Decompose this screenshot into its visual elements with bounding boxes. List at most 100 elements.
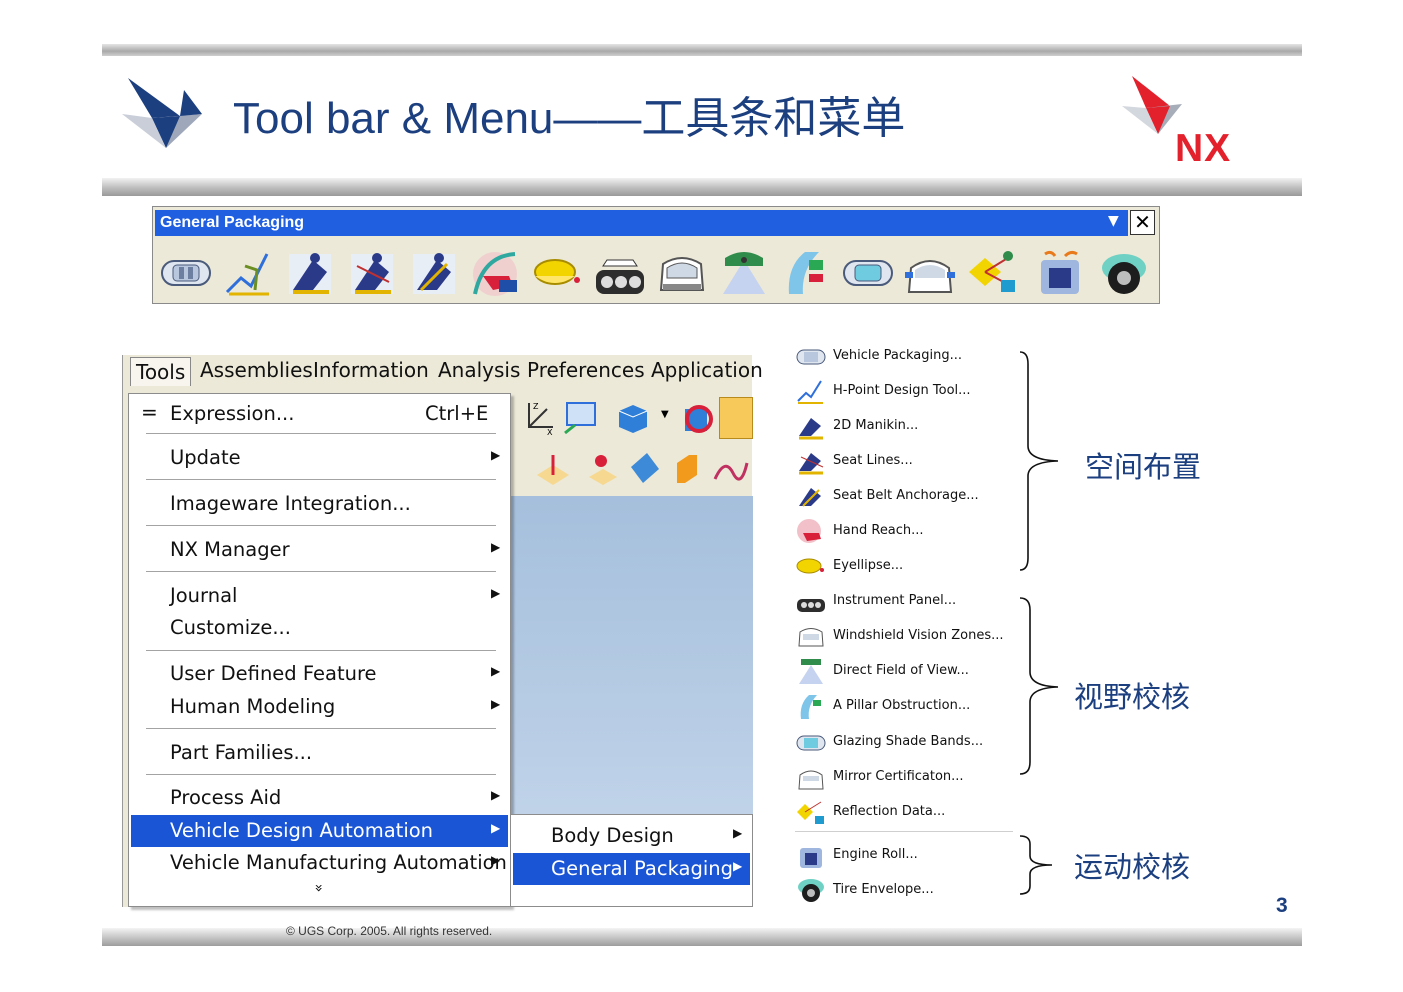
expand-more-icon: »	[310, 883, 327, 893]
tool-list-item[interactable]: Windshield Vision Zones...	[795, 622, 1015, 652]
tool-list-item[interactable]: 2D Manikin...	[795, 412, 1015, 442]
hand-reach-icon[interactable]	[469, 246, 523, 300]
seat-belt-anchorage-icon[interactable]	[407, 246, 461, 300]
group-label-vision: 视野校核	[1074, 680, 1191, 714]
wcs-axes-icon[interactable]: ZX	[521, 399, 559, 437]
triangle-down-icon[interactable]: ▼	[1108, 213, 1119, 229]
a-pillar-obstruction-icon[interactable]	[779, 246, 833, 300]
brace-motion	[1019, 835, 1053, 895]
background-toolbar-row-2	[511, 445, 753, 495]
menu-item-human-modeling[interactable]: Human Modeling ▶	[129, 691, 510, 723]
engine-roll-icon	[800, 848, 822, 868]
menu-item-customize[interactable]: Customize...	[129, 612, 510, 644]
tool-list-item[interactable]: H-Point Design Tool...	[795, 377, 1015, 407]
menu-item-update[interactable]: Update ▶	[129, 442, 510, 474]
tool-list-item[interactable]: Seat Belt Anchorage...	[795, 482, 1015, 512]
2d-manikin-icon[interactable]	[283, 246, 337, 300]
instrument-panel-icon	[797, 599, 825, 612]
tool-list-item[interactable]: Glazing Shade Bands...	[795, 728, 1015, 758]
menu-tools[interactable]: Tools	[130, 357, 192, 386]
tool-list-label: H-Point Design Tool...	[833, 383, 971, 398]
background-toolbar-row-1: ZX ▼	[511, 393, 753, 443]
submenu-item-body-design[interactable]: Body Design ▶	[513, 820, 750, 852]
tool-list-item[interactable]: Mirror Certificaton...	[795, 763, 1015, 793]
reflection-data-icon	[797, 801, 824, 824]
glazing-shade-bands-icon[interactable]	[841, 246, 895, 300]
extrude-icon[interactable]	[667, 449, 705, 487]
toolbar-title: General Packaging	[160, 214, 305, 231]
left-arrow-logo-icon	[122, 78, 202, 148]
header-top-bar	[102, 44, 1302, 56]
tool-list-item[interactable]: Eyellipse...	[795, 552, 1015, 582]
menu-item-journal[interactable]: Journal ▶	[129, 580, 510, 612]
direct-field-of-view-icon	[799, 659, 823, 684]
shaded-cube-icon[interactable]	[613, 399, 651, 437]
tire-envelope-icon	[798, 879, 824, 902]
seat-lines-icon[interactable]	[345, 246, 399, 300]
point-set-icon[interactable]	[583, 449, 621, 487]
reflection-data-icon[interactable]	[965, 246, 1019, 300]
h-point-design-icon[interactable]	[221, 246, 275, 300]
menu-item-imageware[interactable]: Imageware Integration...	[129, 488, 510, 520]
menu-analysis[interactable]: Analysis	[438, 358, 520, 382]
toolbar-titlebar[interactable]: General Packaging ▼	[155, 210, 1128, 236]
tool-list-label: Seat Lines...	[833, 453, 913, 468]
menu-expand-more[interactable]: »	[129, 878, 510, 910]
menu-item-nx-manager[interactable]: NX Manager ▶	[129, 534, 510, 566]
vehicle-packaging-icon[interactable]	[159, 246, 213, 300]
windshield-vision-icon[interactable]	[655, 246, 709, 300]
tool-list-item[interactable]: Engine Roll...	[795, 841, 1015, 871]
menu-item-process-aid[interactable]: Process Aid ▶	[129, 782, 510, 814]
tool-list-label: Mirror Certificaton...	[833, 769, 964, 784]
tool-list-label: Direct Field of View...	[833, 663, 969, 678]
menu-information[interactable]: Information	[313, 358, 429, 382]
a-pillar-obstruction-icon	[800, 695, 821, 719]
toolbar-pressed-button[interactable]	[719, 397, 753, 439]
svg-text:Z: Z	[533, 402, 539, 411]
chevron-down-icon[interactable]: ▼	[661, 409, 669, 420]
mirror-certification-icon	[798, 770, 824, 790]
view-fit-icon[interactable]	[561, 399, 599, 437]
engine-roll-icon[interactable]	[1033, 246, 1087, 300]
menu-item-user-defined-feature[interactable]: User Defined Feature ▶	[129, 658, 510, 690]
page-number: 3	[1276, 894, 1288, 917]
menu-item-expression[interactable]: = Expression... Ctrl+E	[129, 398, 510, 430]
submenu-arrow-icon: ▶	[491, 448, 501, 462]
hide-icon[interactable]	[679, 399, 717, 437]
direct-field-of-view-icon[interactable]	[717, 246, 771, 300]
surface-icon[interactable]	[625, 449, 663, 487]
tire-envelope-icon[interactable]	[1097, 246, 1151, 300]
menu-item-part-families[interactable]: Part Families...	[129, 737, 510, 769]
curve-icon[interactable]	[711, 449, 749, 487]
mirror-certification-icon[interactable]	[903, 246, 957, 300]
tool-list-item[interactable]: A Pillar Obstruction...	[795, 692, 1015, 722]
menu-application[interactable]: Application	[651, 358, 763, 382]
tool-list-item[interactable]: Hand Reach...	[795, 517, 1015, 547]
tool-list-item[interactable]: Vehicle Packaging...	[795, 342, 1015, 372]
tool-list-item[interactable]: Reflection Data...	[795, 798, 1015, 828]
submenu-arrow-icon: ▶	[491, 586, 501, 600]
close-icon[interactable]: ✕	[1130, 210, 1155, 235]
tool-list-item[interactable]: Direct Field of View...	[795, 657, 1015, 687]
tool-list-label: 2D Manikin...	[833, 418, 919, 433]
menu-assemblies[interactable]: Assemblies	[200, 358, 313, 382]
menu-preferences[interactable]: Preferences	[527, 358, 645, 382]
submenu-item-general-packaging[interactable]: General Packaging ▶	[513, 853, 750, 885]
tool-list-item[interactable]: Instrument Panel...	[795, 587, 1015, 617]
tool-list-item[interactable]: Tire Envelope...	[795, 876, 1015, 906]
windshield-vision-icon	[798, 628, 824, 647]
seat-lines-icon	[799, 453, 824, 475]
tool-list-label: Tire Envelope...	[833, 882, 934, 897]
eyellipse-icon[interactable]	[531, 246, 585, 300]
submenu-arrow-icon: ▶	[491, 821, 501, 835]
group-label-motion: 运动校核	[1074, 850, 1191, 884]
instrument-panel-icon[interactable]	[593, 246, 647, 300]
brace-vision	[1019, 597, 1059, 775]
glazing-shade-bands-icon	[796, 735, 826, 751]
menu-item-vehicle-manufacturing-automation[interactable]: Vehicle Manufacturing Automation ▶	[129, 847, 510, 879]
datum-plane-icon[interactable]	[533, 449, 571, 487]
general-packaging-toolbar: General Packaging ▼ ✕	[152, 206, 1160, 304]
tool-list-item[interactable]: Seat Lines...	[795, 447, 1015, 477]
menu-item-vehicle-design-automation[interactable]: Vehicle Design Automation ▶	[131, 815, 508, 847]
header-bottom-bar	[102, 178, 1302, 196]
